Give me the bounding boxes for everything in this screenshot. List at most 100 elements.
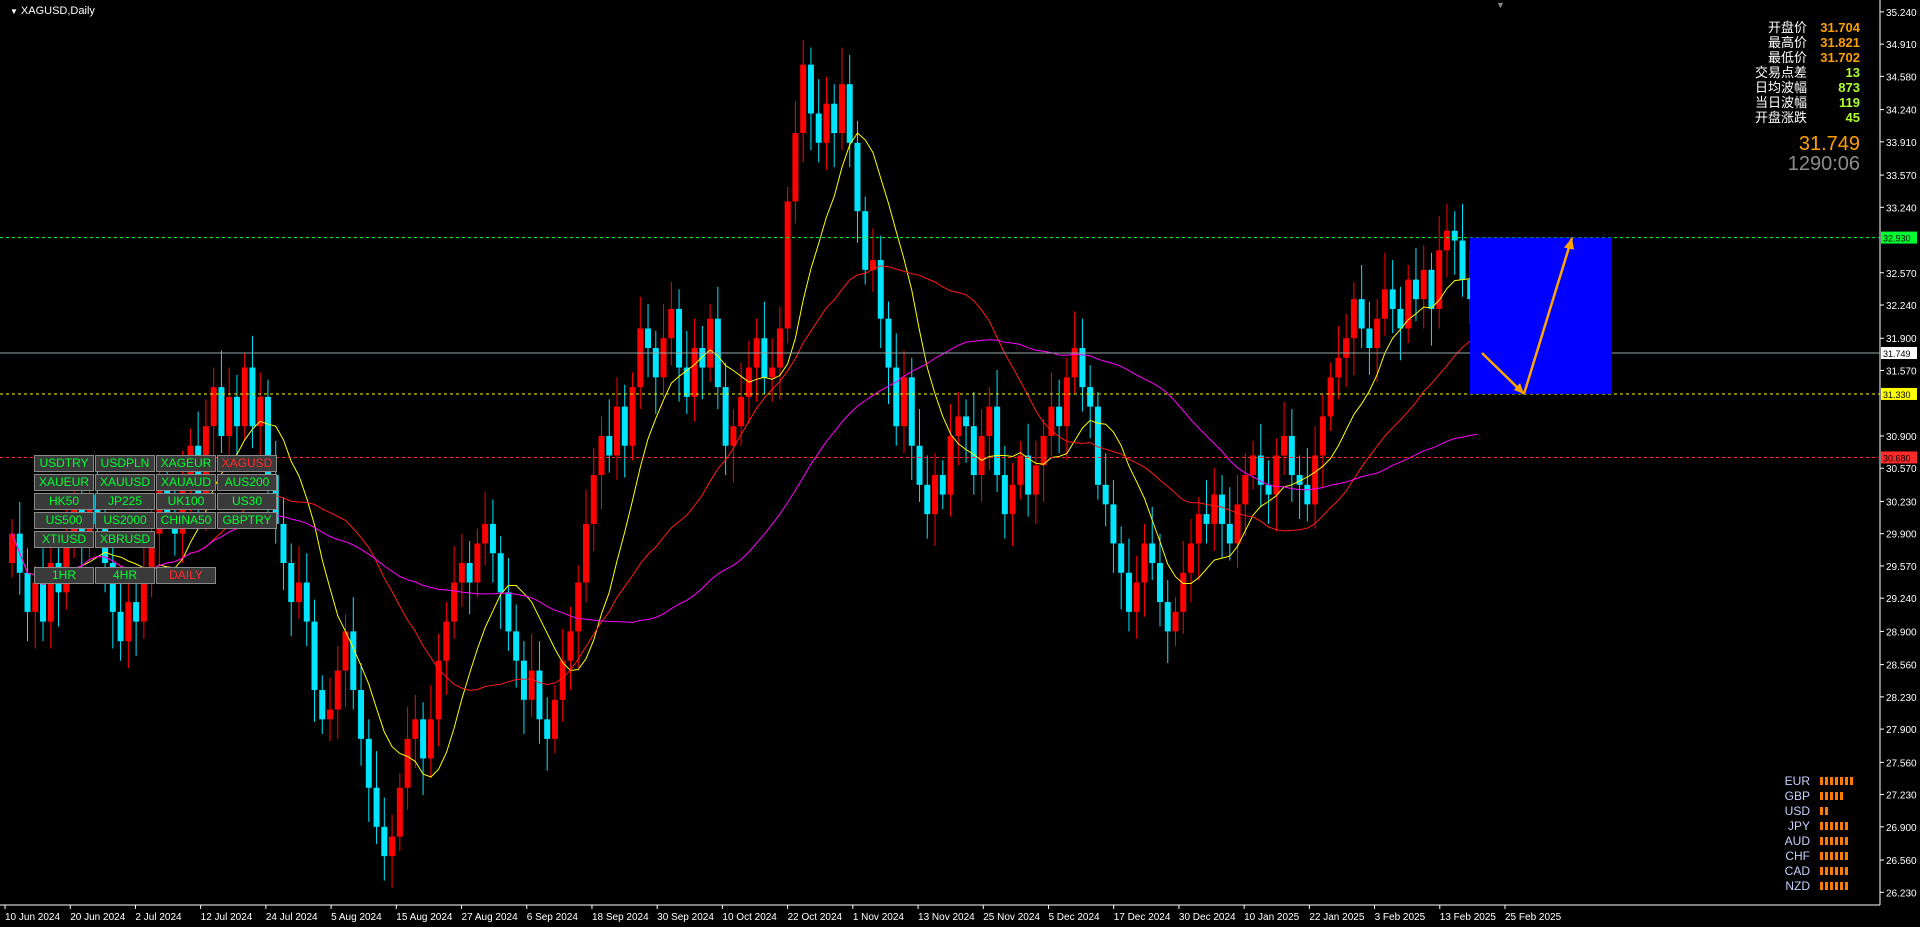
candle-body — [536, 670, 543, 720]
candle-body — [986, 406, 993, 436]
currency-code: CHF — [1785, 848, 1810, 863]
candle-body — [792, 133, 799, 202]
symbol-button-xageur[interactable]: XAGEUR — [156, 455, 216, 472]
symbol-button-jp225[interactable]: JP225 — [95, 493, 155, 510]
symbol-button-usdpln[interactable]: USDPLN — [95, 455, 155, 472]
strength-bar — [1845, 866, 1848, 875]
candle-body — [443, 621, 450, 661]
symbol-button-hk50[interactable]: HK50 — [34, 493, 94, 510]
timeframe-button-1hr[interactable]: 1HR — [34, 567, 94, 584]
price-tick-label: 31.570 — [1886, 366, 1917, 377]
candle-body — [334, 670, 341, 710]
candle-body — [676, 308, 683, 368]
strength-bar — [1840, 866, 1843, 875]
time-tick-label: 24 Jul 2024 — [266, 912, 318, 923]
candle-body — [427, 719, 434, 759]
candle-body — [133, 602, 140, 622]
strength-bar — [1825, 881, 1828, 890]
symbol-button-uk100[interactable]: UK100 — [156, 493, 216, 510]
candle-body — [396, 787, 403, 837]
candle-body — [288, 562, 295, 603]
symbol-button-xauaud[interactable]: XAUAUD — [156, 474, 216, 491]
symbol-button-xaueur[interactable]: XAUEUR — [34, 474, 94, 491]
time-tick-label: 22 Oct 2024 — [788, 912, 843, 923]
symbol-button-xagusd[interactable]: XAGUSD — [217, 455, 277, 472]
symbol-button-gbptry[interactable]: GBPTRY — [217, 512, 277, 529]
price-chart[interactable]: 35.240 34.910 34.580 34.240 33.910 33.570 33.2… — [0, 0, 1920, 927]
candle-body — [319, 690, 326, 720]
candle-body — [1273, 455, 1280, 495]
strength-bar — [1830, 821, 1833, 830]
symbol-button-xauusd[interactable]: XAUUSD — [95, 474, 155, 491]
candle-body — [815, 113, 822, 143]
candle-body — [1343, 338, 1350, 358]
candle-body — [1312, 455, 1319, 505]
candle-body — [125, 602, 132, 642]
forecast-zone-box[interactable] — [1470, 237, 1612, 394]
candle-body — [652, 348, 659, 378]
time-tick-label: 10 Jun 2024 — [5, 912, 60, 923]
candle-body — [1017, 455, 1024, 485]
strength-bar — [1835, 791, 1838, 800]
symbol-button-us2000[interactable]: US2000 — [95, 512, 155, 529]
candle-body — [1335, 357, 1342, 378]
info-row: 交易点差 13 — [1700, 65, 1860, 80]
candle-body — [1374, 318, 1381, 349]
candle-body — [249, 367, 256, 427]
price-level-label: 31.330 — [1883, 390, 1911, 400]
candle-body — [761, 338, 768, 378]
price-tick-label: 30.900 — [1886, 432, 1917, 443]
strength-bar — [1850, 776, 1853, 785]
info-label: 开盘涨跌 — [1754, 110, 1807, 125]
strength-row: NZD — [1770, 878, 1855, 893]
candle-body — [295, 582, 302, 603]
candle-body — [846, 84, 853, 143]
symbol-button-us30[interactable]: US30 — [217, 493, 277, 510]
time-tick-label: 27 Aug 2024 — [462, 912, 519, 923]
candle-body — [458, 562, 465, 583]
time-tick-label: 30 Sep 2024 — [657, 912, 714, 923]
shift-marker-icon[interactable]: ▼ — [1496, 0, 1505, 10]
candle-body — [1412, 279, 1419, 300]
candle-body — [885, 318, 892, 368]
price-tick-label: 29.240 — [1886, 594, 1917, 605]
candle-body — [303, 582, 310, 622]
symbol-button-china50[interactable]: CHINA50 — [156, 512, 216, 529]
candle-body — [528, 670, 535, 700]
symbol-button-aus200[interactable]: AUS200 — [217, 474, 277, 491]
candle-body — [970, 426, 977, 476]
strength-bar — [1840, 851, 1843, 860]
time-tick-label: 10 Oct 2024 — [722, 912, 777, 923]
candle-body — [1234, 504, 1241, 544]
symbol-button-xtiusd[interactable]: XTIUSD — [34, 531, 94, 548]
candle-body — [699, 348, 706, 368]
strength-bar — [1825, 866, 1828, 875]
candle-body — [955, 416, 962, 436]
candle-body — [1319, 416, 1326, 456]
info-value: 31.704 — [1820, 20, 1860, 35]
candle-body — [505, 592, 512, 632]
timeframe-button-4hr[interactable]: 4HR — [95, 567, 155, 584]
candle-body — [24, 572, 31, 612]
symbol-button-xbrusd[interactable]: XBRUSD — [95, 531, 155, 548]
strength-row: EUR — [1770, 773, 1855, 788]
candle-body — [707, 318, 714, 368]
info-row: 最高价 31.821 — [1700, 35, 1860, 50]
candle-body — [1350, 299, 1357, 339]
info-row: 开盘涨跌 45 — [1700, 110, 1860, 125]
timeframe-button-daily[interactable]: DAILY — [156, 567, 216, 584]
candle-body — [1366, 328, 1373, 349]
candle-body — [1009, 484, 1016, 515]
chart-window[interactable]: 35.240 34.910 34.580 34.240 33.910 33.570 33.2… — [0, 0, 1920, 927]
strength-row: JPY — [1770, 818, 1855, 833]
candle-body — [691, 348, 698, 397]
symbol-button-us500[interactable]: US500 — [34, 512, 94, 529]
strength-bar — [1820, 821, 1823, 830]
candle-body — [776, 328, 783, 368]
time-tick-label: 20 Jun 2024 — [70, 912, 125, 923]
strength-bar — [1825, 851, 1828, 860]
strength-bar — [1825, 836, 1828, 845]
info-label: 最低价 — [1767, 50, 1807, 65]
symbol-button-usdtry[interactable]: USDTRY — [34, 455, 94, 472]
candle-body — [784, 201, 791, 329]
